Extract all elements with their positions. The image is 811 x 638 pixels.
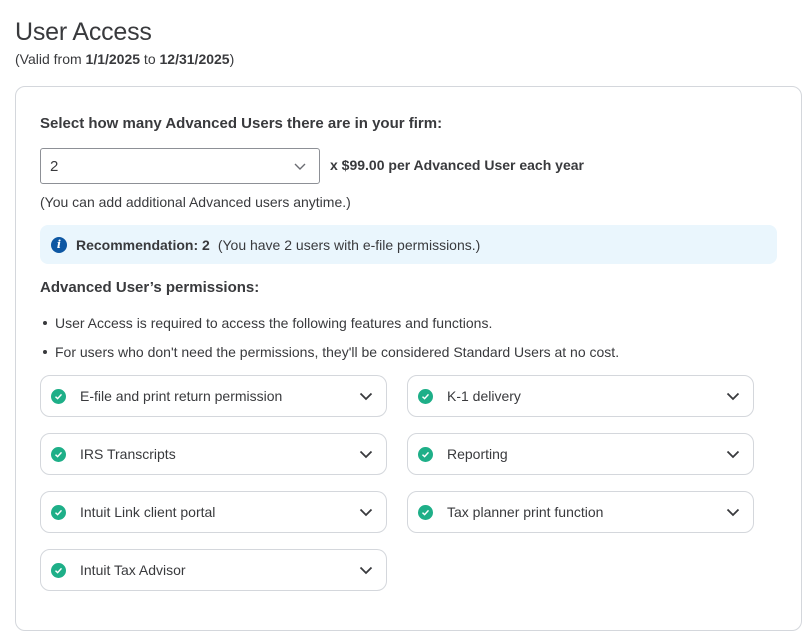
selected-value: 2 xyxy=(50,157,59,175)
permissions-grid: E-file and print return permission K-1 d… xyxy=(40,375,754,591)
chevron-down-icon[interactable] xyxy=(358,446,374,462)
check-circle-icon xyxy=(51,388,66,404)
permission-accordion-efile-print[interactable]: E-file and print return permission xyxy=(40,375,387,417)
add-users-note: (You can add additional Advanced users a… xyxy=(40,194,351,210)
validity-mid: to xyxy=(140,51,160,67)
permission-label: E-file and print return permission xyxy=(80,388,283,404)
permission-label: Intuit Tax Advisor xyxy=(80,562,186,578)
chevron-down-icon[interactable] xyxy=(725,446,741,462)
check-circle-icon xyxy=(418,388,433,404)
advanced-user-count-select[interactable]: 2 xyxy=(40,148,320,184)
validity-period: (Valid from 1/1/2025 to 12/31/2025) xyxy=(15,51,234,67)
permission-label: Tax planner print function xyxy=(447,504,604,520)
valid-from-date: 1/1/2025 xyxy=(85,51,141,67)
permissions-notes: User Access is required to access the fo… xyxy=(40,310,619,368)
info-icon: i xyxy=(51,236,67,253)
recommendation-banner: i Recommendation: 2 (You have 2 users wi… xyxy=(40,225,777,264)
validity-suffix: ) xyxy=(229,51,235,67)
chevron-down-icon xyxy=(294,163,306,170)
chevron-down-icon[interactable] xyxy=(725,504,741,520)
check-circle-icon xyxy=(418,446,433,462)
page-title: User Access xyxy=(15,18,152,46)
permissions-heading: Advanced User’s permissions: xyxy=(40,279,260,296)
user-access-card: Select how many Advanced Users there are… xyxy=(15,86,802,631)
valid-to-date: 12/31/2025 xyxy=(159,51,230,67)
bullet-icon xyxy=(43,349,47,354)
user-count-label: Select how many Advanced Users there are… xyxy=(40,115,443,132)
validity-prefix: (Valid from xyxy=(15,51,86,67)
permissions-note: For users who don't need the permissions… xyxy=(40,339,619,364)
permission-accordion-k1-delivery[interactable]: K-1 delivery xyxy=(407,375,754,417)
check-circle-icon xyxy=(51,504,66,520)
permission-label: Reporting xyxy=(447,446,508,462)
permission-accordion-reporting[interactable]: Reporting xyxy=(407,433,754,475)
chevron-down-icon[interactable] xyxy=(725,388,741,404)
permission-label: IRS Transcripts xyxy=(80,446,176,462)
bullet-icon xyxy=(43,320,47,325)
permissions-note: User Access is required to access the fo… xyxy=(40,310,619,335)
permission-accordion-intuit-tax-advisor[interactable]: Intuit Tax Advisor xyxy=(40,549,387,591)
check-circle-icon xyxy=(418,504,433,520)
chevron-down-icon[interactable] xyxy=(358,562,374,578)
chevron-down-icon[interactable] xyxy=(358,388,374,404)
recommendation-detail: (You have 2 users with e-file permission… xyxy=(217,236,481,253)
permission-accordion-intuit-link[interactable]: Intuit Link client portal xyxy=(40,491,387,533)
chevron-down-icon[interactable] xyxy=(358,504,374,520)
recommendation-label: Recommendation: 2 xyxy=(76,236,210,253)
check-circle-icon xyxy=(51,446,66,462)
check-circle-icon xyxy=(51,562,66,578)
permission-accordion-irs-transcripts[interactable]: IRS Transcripts xyxy=(40,433,387,475)
price-per-user: x $99.00 per Advanced User each year xyxy=(330,157,584,173)
permission-accordion-tax-planner-print[interactable]: Tax planner print function xyxy=(407,491,754,533)
permission-label: K-1 delivery xyxy=(447,388,521,404)
permission-label: Intuit Link client portal xyxy=(80,504,216,520)
